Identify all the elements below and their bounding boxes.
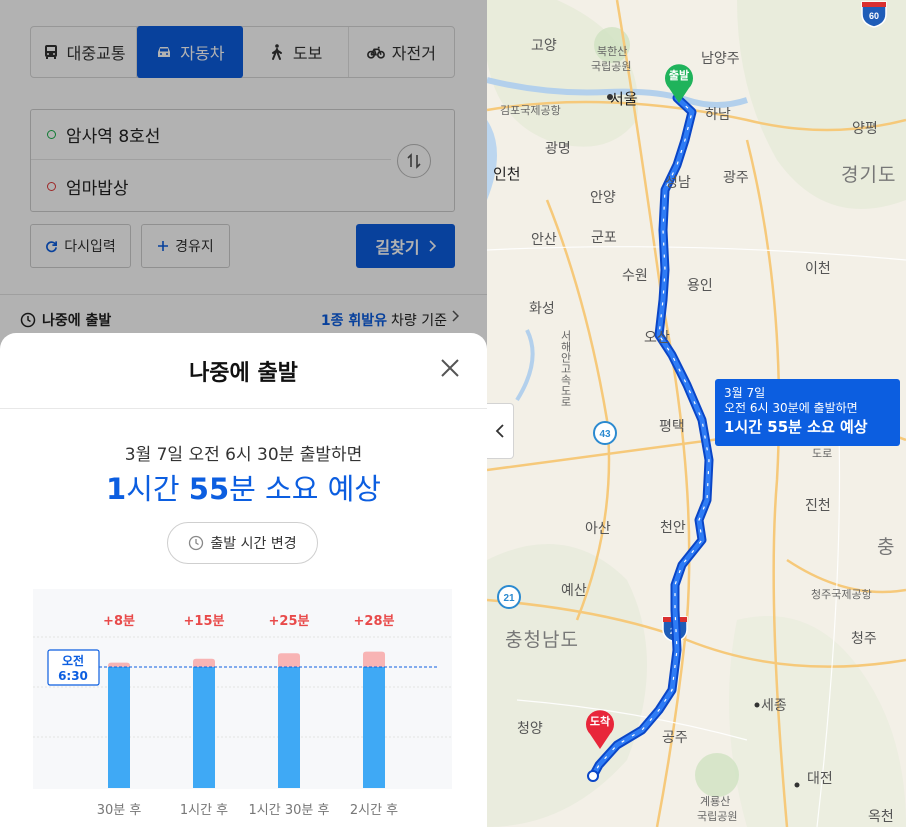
change-departure-time-button[interactable]: 출발 시간 변경 [167, 522, 318, 564]
collapse-panel-button[interactable] [487, 403, 514, 459]
map-place-label: 평택 [659, 419, 685, 435]
svg-text:43: 43 [599, 429, 611, 440]
start-pin-label: 출발 [668, 69, 690, 82]
map-place-label: 예산 [561, 583, 587, 599]
map-place-label: 청주 [851, 631, 877, 647]
chart-extra-label: +25분 [269, 614, 310, 629]
tooltip-departure: 오전 6시 30분에 출발하면 [724, 401, 858, 415]
route-time-tooltip[interactable]: 3월 7일 오전 6시 30분에 출발하면 1시간 55분 소요 예상 [715, 379, 900, 446]
map-place-label: 옥천 [868, 809, 894, 825]
duration-hours-unit: 시간 [126, 472, 189, 506]
map-place-label: 공주 [662, 730, 688, 746]
map-place-label: 도로 [812, 447, 833, 460]
chart-x-label: 30분 후 [96, 803, 142, 818]
map-place-label: 남양주 [701, 51, 740, 67]
chevron-left-icon [495, 424, 504, 438]
chart-bar-extra[interactable] [278, 653, 300, 667]
chart-bar-extra[interactable] [363, 651, 385, 667]
map-place-label: 청양 [517, 721, 543, 737]
map-place-label: 안산 [531, 232, 557, 248]
departure-summary: 3월 7일 오전 6시 30분 출발하면 [124, 445, 363, 465]
chart-bar-base[interactable] [363, 667, 385, 788]
map-place-label: 대전 [807, 771, 833, 787]
highway-shield-43: 43 [593, 421, 617, 445]
map-place-label: 국립공원 [697, 810, 738, 823]
map-place-label: 광주 [723, 170, 749, 186]
duration-suffix: 소요 예상 [255, 472, 381, 506]
map-place-label: 성남 [665, 175, 691, 191]
map-place-label: 고양 [531, 38, 557, 54]
map-place-label: 수원 [622, 268, 648, 284]
duration-hours-number: 1 [106, 472, 127, 506]
chart-x-label: 1시간 30분 후 [248, 803, 330, 818]
chart-bar-base[interactable] [278, 667, 300, 788]
svg-text:60: 60 [869, 11, 879, 21]
estimated-duration: 1시간 55분 소요 예상 [0, 466, 487, 508]
chart-bar-extra[interactable] [108, 662, 130, 667]
svg-text:21: 21 [503, 593, 515, 604]
chart-extra-label: +28분 [354, 614, 395, 629]
duration-minutes-number: 55 [188, 472, 230, 506]
chart-extra-label: +8분 [103, 614, 135, 629]
map-place-label: 이천 [805, 261, 831, 277]
highway-shield-60: 60 [861, 1, 887, 28]
map-place-label: 경기도 [841, 164, 897, 186]
chart-x-label: 1시간 후 [179, 803, 229, 818]
depart-later-modal: 나중에 출발 3월 7일 오전 6시 30분 출발하면 1시간 55분 소요 예… [0, 333, 487, 827]
map-place-label: 광명 [545, 141, 571, 157]
map-place-label: 오산 [644, 330, 670, 346]
map-place-label: 서울 [610, 90, 638, 108]
map-place-label: 계룡산 [700, 795, 731, 808]
map-place-label: 북한산 [597, 45, 628, 58]
map-place-label: 서해안고속도로 [559, 330, 572, 407]
travel-time-chart: +8분 +15분 +25분 +28분오전 6:30 [33, 589, 452, 789]
duration-minutes-unit: 분 [229, 472, 256, 506]
end-pin[interactable]: 도착 [583, 706, 617, 750]
map-place-label: 진천 [805, 498, 831, 514]
map-place-label: 청주국제공항 [811, 588, 872, 601]
change-time-label: 출발 시간 변경 [210, 536, 297, 552]
map-place-label: 군포 [591, 230, 617, 246]
map-place-label: 안양 [590, 190, 616, 206]
chart-canvas: +8분 +15분 +25분 +28분오전6:30 [33, 614, 452, 788]
chart-bar-base[interactable] [193, 667, 215, 788]
map-place-label: 세종 [761, 698, 787, 714]
map-place-label: 국립공원 [591, 60, 632, 73]
map-place-label: 화성 [529, 301, 555, 317]
clock-icon [189, 535, 204, 551]
map-place-label: 아산 [585, 521, 611, 537]
modal-title: 나중에 출발 [0, 333, 487, 409]
tooltip-duration: 1시간 55분 소요 예상 [724, 418, 868, 436]
start-pin[interactable]: 출발 [662, 60, 696, 104]
chart-extra-label: +15분 [184, 614, 225, 629]
end-pin-label: 도착 [589, 715, 611, 728]
chart-bar-base[interactable] [108, 667, 130, 788]
map-place-label: 양평 [852, 121, 878, 137]
map-place-label: 김포국제공항 [500, 104, 561, 117]
chart-baseline-label: 6:30 [58, 669, 88, 683]
map-place-label: 충 [877, 536, 896, 558]
map-place-label: 하남 [705, 107, 731, 123]
close-icon[interactable] [439, 357, 461, 379]
chart-x-label: 2시간 후 [349, 803, 399, 818]
map-place-label: 용인 [687, 278, 713, 294]
map-place-label: 충청남도 [505, 629, 579, 651]
map-place-label: 인천 [493, 165, 521, 183]
highway-shield-21: 21 [497, 585, 521, 609]
map-place-label: 천안 [660, 520, 686, 536]
search-panel: 대중교통 자동차 도보 자전거 암사역 8호선 엄마밥상 다시입력 경유지 길찾… [0, 0, 487, 827]
chart-bar-extra[interactable] [193, 658, 215, 667]
tooltip-date: 3월 7일 [724, 386, 766, 400]
chart-baseline-label: 오전 [62, 653, 84, 668]
